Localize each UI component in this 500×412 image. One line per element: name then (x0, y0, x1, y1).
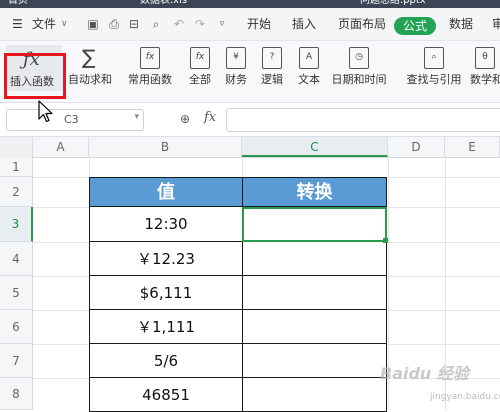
mouse-cursor-icon (38, 100, 53, 123)
row-header-6[interactable]: 6 (0, 310, 33, 344)
customize-toolbar-icon[interactable]: ▿ (216, 18, 228, 30)
all-functions-label: 全部 (189, 73, 211, 86)
table-cell-value[interactable]: 5/6 (89, 344, 243, 378)
autosum-label: 自动求和 (68, 73, 112, 86)
lookup-label: 查找与引用 (406, 73, 462, 86)
table-header-value[interactable]: 值 (89, 177, 243, 207)
name-box[interactable]: C3 ▾ (6, 109, 144, 131)
insert-function-fx-icon[interactable]: fx (204, 110, 216, 125)
row-header-7[interactable]: 7 (0, 344, 33, 378)
tab-presentation[interactable]: 问题总结.pptx (360, 0, 426, 8)
row-header-3[interactable]: 3 (0, 207, 33, 242)
function-star-icon: fx (140, 47, 160, 69)
highlight-box (4, 53, 66, 99)
print-preview-icon[interactable]: ⎙ (108, 18, 120, 30)
logic-label: 逻辑 (261, 73, 283, 86)
tab-workbook[interactable]: 数据表.xls (140, 0, 187, 8)
math-button[interactable]: θ 数学和 (470, 47, 500, 93)
active-cell-selection[interactable] (242, 207, 387, 242)
column-header-d[interactable]: D (388, 137, 445, 157)
tab-review[interactable]: 审 (492, 16, 500, 32)
column-header-a[interactable]: A (33, 137, 89, 157)
math-icon: θ (475, 47, 495, 69)
column-header-bar: A B C D E (0, 137, 500, 158)
text-button[interactable]: A 文本 (292, 47, 326, 93)
redo-icon[interactable]: ↷ (194, 18, 206, 30)
table-cell-convert[interactable] (242, 242, 387, 276)
file-menu[interactable]: 文件 (32, 16, 56, 32)
finance-icon: ¥ (226, 47, 246, 69)
lookup-icon: ⌕ (424, 47, 444, 69)
hamburger-icon[interactable]: ☰ (12, 16, 23, 32)
sigma-icon: ∑ (82, 45, 96, 69)
lookup-button[interactable]: ⌕ 查找与引用 (402, 47, 466, 93)
table-cell-convert[interactable] (242, 276, 387, 310)
format-painter-icon[interactable]: ⌕ (150, 18, 162, 30)
row-header-5[interactable]: 5 (0, 276, 33, 310)
row-header-1[interactable]: 1 (0, 157, 33, 177)
table-cell-convert[interactable] (242, 378, 387, 412)
table-cell-convert[interactable] (242, 310, 387, 344)
table-cell-value[interactable]: 12:30 (89, 207, 243, 242)
select-all-corner[interactable] (0, 137, 33, 157)
finance-label: 财务 (225, 73, 247, 86)
print-icon[interactable]: ⊟ (128, 18, 140, 30)
row-header-4[interactable]: 4 (0, 242, 33, 276)
text-icon: A (299, 47, 319, 69)
tab-home[interactable]: 首页 (8, 0, 28, 8)
fill-handle[interactable] (383, 238, 388, 243)
common-functions-button[interactable]: fx 常用函数 (121, 47, 179, 93)
watermark-logo: Baidu 经验 (380, 364, 469, 383)
logic-button[interactable]: ? 逻辑 (256, 47, 288, 93)
formula-input[interactable] (226, 108, 500, 132)
text-label: 文本 (298, 73, 320, 86)
finance-button[interactable]: ¥ 财务 (219, 47, 253, 93)
logic-icon: ? (262, 47, 282, 69)
math-label: 数学和 (470, 73, 500, 86)
table-cell-value[interactable]: 46851 (89, 378, 243, 412)
row-header-8[interactable]: 8 (0, 378, 33, 410)
zoom-icon[interactable]: ⊕ (180, 112, 190, 126)
table-cell-value[interactable]: $6,111 (89, 276, 243, 310)
clock-icon: ◷ (349, 47, 369, 69)
tab-start[interactable]: 开始 (247, 16, 271, 32)
all-functions-button[interactable]: fx 全部 (181, 47, 219, 93)
chevron-down-icon[interactable]: ▾ (134, 112, 139, 122)
undo-icon[interactable]: ↶ (173, 18, 185, 30)
table-header-convert[interactable]: 转换 (242, 177, 387, 207)
save-icon[interactable]: ▣ (87, 18, 99, 30)
function-icon: fx (190, 47, 210, 69)
datetime-button[interactable]: ◷ 日期和时间 (330, 47, 388, 93)
tab-formula[interactable]: 公式 (394, 17, 436, 35)
name-box-value: C3 (64, 113, 79, 126)
column-header-b[interactable]: B (89, 137, 242, 157)
title-bar: 首页 数据表.xls 问题总结.pptx (0, 0, 500, 8)
chevron-down-icon[interactable]: ∨ (61, 16, 68, 32)
table-cell-value[interactable]: ￥1,111 (89, 310, 243, 344)
tab-page-layout[interactable]: 页面布局 (338, 16, 386, 32)
datetime-label: 日期和时间 (331, 73, 387, 86)
menu-bar: ☰ 文件 ∨ ▣ ⎙ ⊟ ⌕ ↶ ↷ ▿ 开始 插入 页面布局 公式 数据 审 (0, 8, 500, 41)
column-header-e[interactable]: E (445, 137, 500, 157)
autosum-button[interactable]: ∑ 自动求和 (64, 45, 116, 93)
row-header-2[interactable]: 2 (0, 177, 33, 207)
table-cell-value[interactable]: ￥12.23 (89, 242, 243, 276)
tab-data[interactable]: 数据 (449, 16, 473, 32)
common-functions-label: 常用函数 (128, 73, 172, 86)
table-cell-convert[interactable] (242, 344, 387, 378)
column-header-c[interactable]: C (242, 137, 388, 157)
watermark-url: jingyan.baidu.com (430, 392, 500, 402)
formula-bar: C3 ▾ ⊕ fx (0, 103, 500, 137)
tab-insert[interactable]: 插入 (292, 16, 316, 32)
